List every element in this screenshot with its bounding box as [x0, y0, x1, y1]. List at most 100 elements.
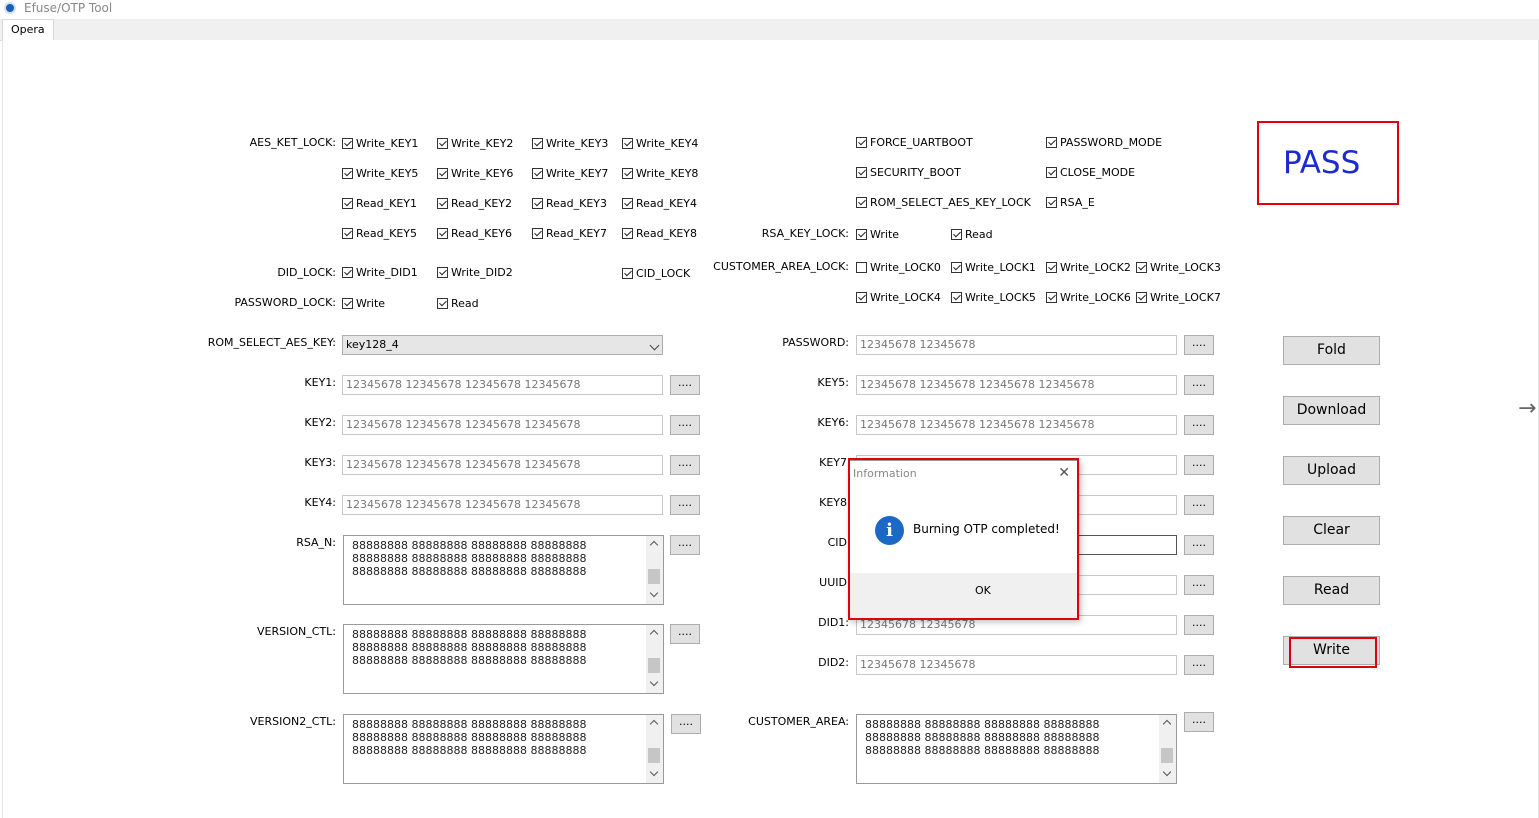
key2-browse-button[interactable]: ....: [670, 415, 700, 435]
scroll-down-icon[interactable]: [649, 588, 659, 598]
checkbox-read-key1[interactable]: Read_KEY1: [342, 197, 417, 211]
rom-select-aes-key-select[interactable]: key128_4: [342, 335, 663, 355]
checkbox-write-did2[interactable]: Write_DID2: [437, 266, 513, 280]
checkbox-write-key6[interactable]: Write_KEY6: [437, 167, 513, 181]
checkbox-read-key4[interactable]: Read_KEY4: [622, 197, 697, 211]
checkbox-write-lock7[interactable]: Write_LOCK7: [1136, 291, 1221, 305]
rsa-key-lock-label: RSA_KEY_LOCK:: [761, 227, 849, 240]
checkbox-write-lock6[interactable]: Write_LOCK6: [1046, 291, 1131, 305]
key4-browse-button[interactable]: ....: [670, 495, 700, 515]
upload-button[interactable]: Upload: [1283, 456, 1380, 485]
scroll-thumb[interactable]: [648, 658, 660, 673]
scroll-up-icon[interactable]: [649, 540, 659, 550]
scrollbar[interactable]: [646, 625, 663, 693]
version-ctl-browse-button[interactable]: ....: [670, 624, 700, 644]
checkbox-write-key5[interactable]: Write_KEY5: [342, 167, 418, 181]
password-input[interactable]: 12345678 12345678: [856, 335, 1177, 355]
scroll-up-icon[interactable]: [1162, 719, 1172, 729]
checkbox-write-lock1[interactable]: Write_LOCK1: [951, 261, 1036, 275]
checkbox-write-lock3[interactable]: Write_LOCK3: [1136, 261, 1221, 275]
read-button[interactable]: Read: [1283, 576, 1380, 605]
check-icon: [622, 138, 633, 149]
customer-area-textarea[interactable]: 88888888 88888888 88888888 88888888 8888…: [856, 714, 1177, 784]
scroll-up-icon[interactable]: [649, 629, 659, 639]
checkbox-force-uartboot[interactable]: FORCE_UARTBOOT: [856, 136, 973, 150]
key8-browse-button[interactable]: ....: [1184, 495, 1214, 515]
key5-browse-button[interactable]: ....: [1184, 375, 1214, 395]
key2-input[interactable]: 12345678 12345678 12345678 12345678: [342, 415, 663, 435]
checkbox-label: CID_LOCK: [636, 267, 691, 280]
password-browse-button[interactable]: ....: [1184, 335, 1214, 355]
fold-button[interactable]: Fold: [1283, 336, 1380, 365]
checkbox-read-key3[interactable]: Read_KEY3: [532, 197, 607, 211]
scroll-thumb[interactable]: [648, 748, 660, 763]
checkbox-read-key2[interactable]: Read_KEY2: [437, 197, 512, 211]
uuid-browse-button[interactable]: ....: [1184, 575, 1214, 595]
check-icon: [856, 197, 867, 208]
checkbox-rom-select-aes-key-lock[interactable]: ROM_SELECT_AES_KEY_LOCK: [856, 196, 1031, 210]
checkbox-cid-lock[interactable]: CID_LOCK: [622, 267, 690, 281]
scrollbar[interactable]: [646, 715, 663, 783]
did2-browse-button[interactable]: ....: [1184, 655, 1214, 675]
checkbox-write-lock0[interactable]: Write_LOCK0: [856, 261, 941, 275]
checkbox-close-mode[interactable]: CLOSE_MODE: [1046, 166, 1135, 180]
ok-button[interactable]: OK: [975, 584, 991, 597]
pass-status-box: PASS: [1257, 121, 1399, 205]
key3-browse-button[interactable]: ....: [670, 455, 700, 475]
checkbox-read-key6[interactable]: Read_KEY6: [437, 227, 512, 241]
checkbox-rsa-write[interactable]: Write: [856, 228, 899, 242]
key4-input[interactable]: 12345678 12345678 12345678 12345678: [342, 495, 663, 515]
key6-browse-button[interactable]: ....: [1184, 415, 1214, 435]
rsa-n-browse-button[interactable]: ....: [670, 535, 700, 555]
did2-input[interactable]: 12345678 12345678: [856, 655, 1177, 675]
checkbox-write-lock5[interactable]: Write_LOCK5: [951, 291, 1036, 305]
checkbox-write-key4[interactable]: Write_KEY4: [622, 137, 698, 151]
checkbox-read-key8[interactable]: Read_KEY8: [622, 227, 697, 241]
checkbox-security-boot[interactable]: SECURITY_BOOT: [856, 166, 961, 180]
scroll-thumb[interactable]: [648, 569, 660, 584]
clear-button[interactable]: Clear: [1283, 516, 1380, 545]
key1-input[interactable]: 12345678 12345678 12345678 12345678: [342, 375, 663, 395]
checkbox-write-lock2[interactable]: Write_LOCK2: [1046, 261, 1131, 275]
key3-input[interactable]: 12345678 12345678 12345678 12345678: [342, 455, 663, 475]
checkbox-write-key1[interactable]: Write_KEY1: [342, 137, 418, 151]
customer-area-browse-button[interactable]: ....: [1184, 712, 1214, 732]
scrollbar[interactable]: [646, 536, 663, 604]
checkbox-read-key5[interactable]: Read_KEY5: [342, 227, 417, 241]
key7-browse-button[interactable]: ....: [1184, 455, 1214, 475]
scroll-down-icon[interactable]: [649, 767, 659, 777]
checkbox-write-key8[interactable]: Write_KEY8: [622, 167, 698, 181]
version2-ctl-textarea[interactable]: 88888888 88888888 88888888 88888888 8888…: [343, 714, 664, 784]
download-button[interactable]: Download: [1283, 396, 1380, 425]
checkbox-label: Write: [356, 297, 386, 310]
checkbox-rsa-read[interactable]: Read: [951, 228, 993, 242]
key1-browse-button[interactable]: ....: [670, 375, 700, 395]
checkbox-write-did1[interactable]: Write_DID1: [342, 266, 418, 280]
scroll-up-icon[interactable]: [649, 719, 659, 729]
checkbox-password-write[interactable]: Write: [342, 297, 385, 311]
checkbox-write-key2[interactable]: Write_KEY2: [437, 137, 513, 151]
did1-browse-button[interactable]: ....: [1184, 615, 1214, 635]
checkbox-password-mode[interactable]: PASSWORD_MODE: [1046, 136, 1162, 150]
key5-input[interactable]: 12345678 12345678 12345678 12345678: [856, 375, 1177, 395]
check-icon: [1136, 292, 1147, 303]
checkbox-read-key7[interactable]: Read_KEY7: [532, 227, 607, 241]
version2-ctl-browse-button[interactable]: ....: [671, 714, 701, 734]
scroll-down-icon[interactable]: [1162, 767, 1172, 777]
scroll-down-icon[interactable]: [649, 677, 659, 687]
scroll-thumb[interactable]: [1161, 748, 1173, 763]
checkbox-write-key3[interactable]: Write_KEY3: [532, 137, 608, 151]
version-ctl-textarea[interactable]: 88888888 88888888 88888888 88888888 8888…: [343, 624, 664, 694]
scrollbar[interactable]: [1159, 715, 1176, 783]
tab-opera[interactable]: Opera: [2, 19, 54, 40]
checkbox-password-read[interactable]: Read: [437, 297, 479, 311]
key6-input[interactable]: 12345678 12345678 12345678 12345678: [856, 415, 1177, 435]
cid-browse-button[interactable]: ....: [1184, 535, 1214, 555]
key2-label: KEY2:: [304, 416, 336, 429]
checkbox-write-key7[interactable]: Write_KEY7: [532, 167, 608, 181]
check-icon: [437, 267, 448, 278]
rsa-n-textarea[interactable]: 88888888 88888888 88888888 88888888 8888…: [343, 535, 664, 605]
checkbox-label: Write_KEY5: [356, 167, 419, 180]
checkbox-rsa-e[interactable]: RSA_E: [1046, 196, 1095, 210]
checkbox-write-lock4[interactable]: Write_LOCK4: [856, 291, 941, 305]
